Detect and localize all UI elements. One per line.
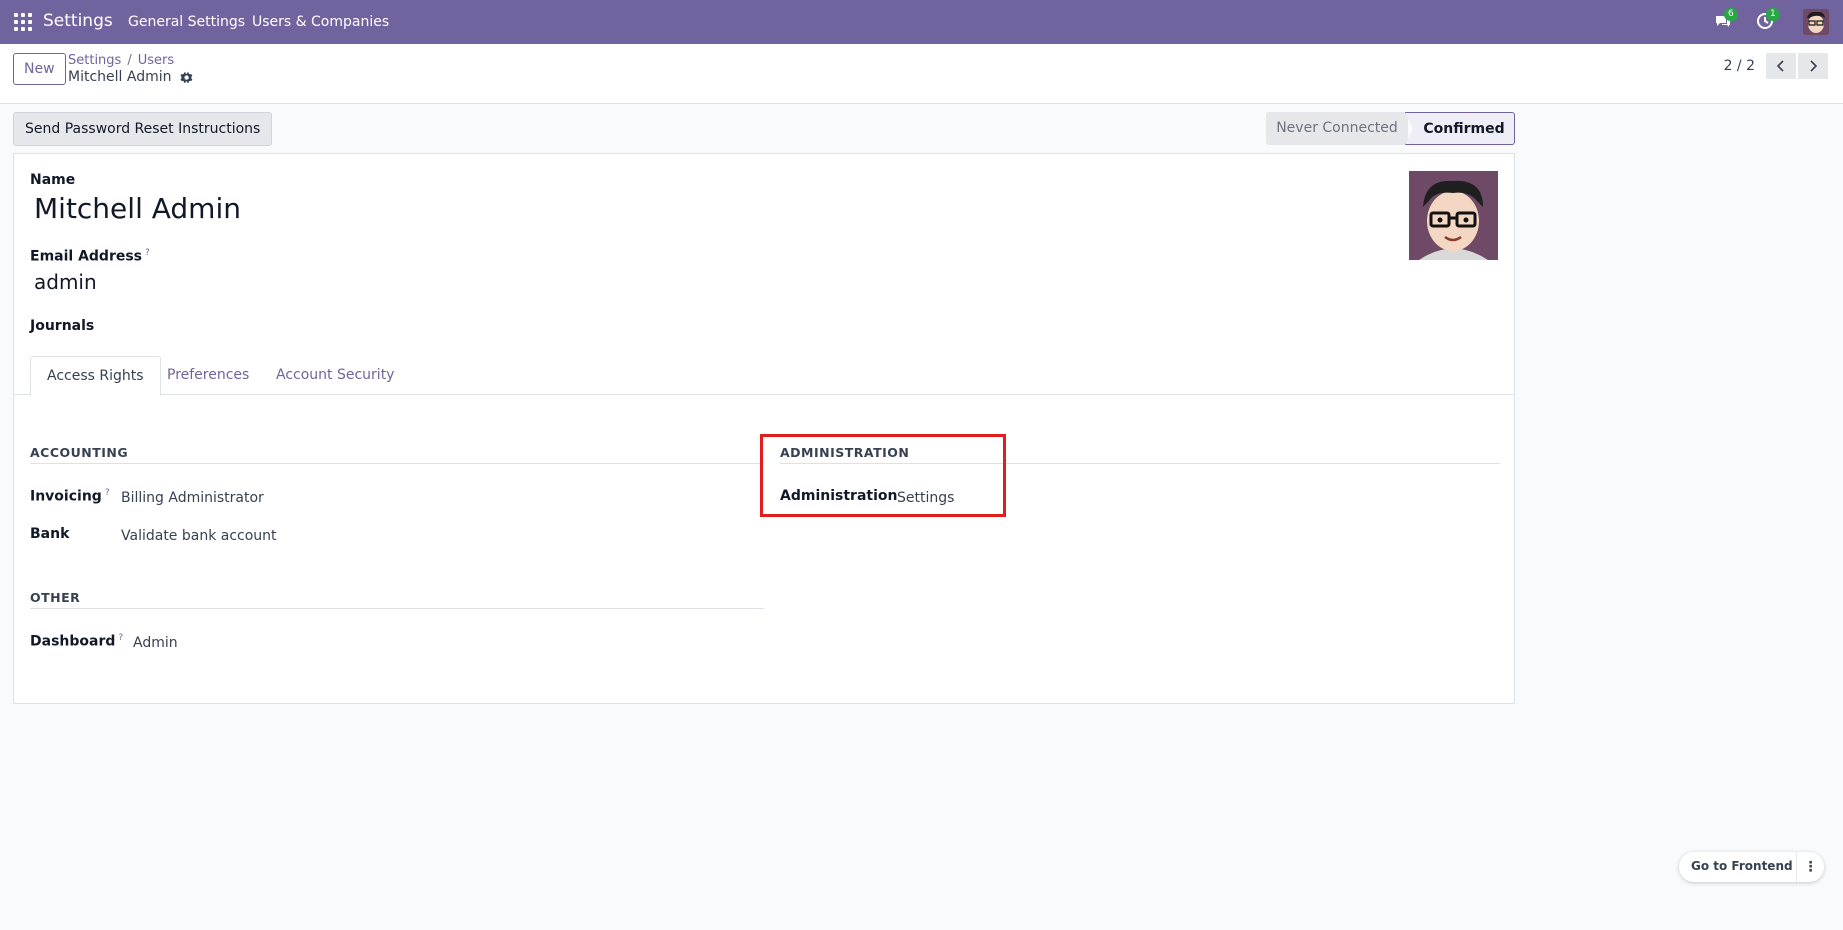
tab-account-security[interactable]: Account Security bbox=[260, 356, 410, 396]
tab-preferences[interactable]: Preferences bbox=[151, 356, 265, 396]
menu-general-settings[interactable]: General Settings bbox=[128, 14, 245, 30]
breadcrumb-users[interactable]: Users bbox=[138, 53, 174, 68]
section-divider bbox=[30, 463, 764, 464]
journals-label: Journals bbox=[30, 318, 95, 334]
invoicing-select[interactable]: Billing Administrator bbox=[121, 490, 264, 506]
go-to-frontend-widget: Go to Frontend ⋮ bbox=[1679, 852, 1824, 882]
name-label: Name bbox=[30, 172, 76, 188]
bank-select[interactable]: Validate bank account bbox=[121, 528, 277, 544]
section-other-title: OTHER bbox=[30, 590, 81, 605]
notebook-tabs: Access Rights Preferences Account Securi… bbox=[14, 356, 1514, 396]
go-to-frontend-button[interactable]: Go to Frontend bbox=[1691, 859, 1793, 873]
dashboard-label: Dashboard? bbox=[30, 633, 123, 650]
email-label: Email Address? bbox=[30, 248, 150, 265]
user-photo[interactable] bbox=[1409, 171, 1498, 260]
email-field[interactable]: admin bbox=[34, 270, 97, 294]
stage-never-connected[interactable]: Never Connected bbox=[1266, 112, 1408, 145]
user-avatar[interactable] bbox=[1803, 9, 1829, 35]
breadcrumb: Settings / Users bbox=[68, 53, 175, 68]
tab-access-rights[interactable]: Access Rights bbox=[30, 356, 161, 396]
bank-label: Bank bbox=[30, 526, 70, 542]
highlight-box bbox=[760, 434, 1006, 517]
stage-confirmed[interactable]: Confirmed bbox=[1405, 112, 1515, 145]
control-panel: New Settings / Users Mitchell Admin 2 / 2 bbox=[0, 44, 1843, 104]
help-icon[interactable]: ? bbox=[118, 633, 123, 643]
form-sheet: Name Mitchell Admin Email Address? admin… bbox=[13, 153, 1515, 704]
dashboard-select[interactable]: Admin bbox=[133, 635, 178, 651]
section-divider bbox=[30, 608, 764, 609]
send-password-reset-button[interactable]: Send Password Reset Instructions bbox=[13, 112, 273, 146]
dashboard-label-text: Dashboard bbox=[30, 633, 116, 650]
email-label-text: Email Address bbox=[30, 248, 143, 265]
help-icon[interactable]: ? bbox=[105, 488, 110, 498]
pager-value[interactable]: 2 / 2 bbox=[1724, 58, 1755, 74]
chevron-right-icon bbox=[1810, 60, 1818, 72]
invoicing-label: Invoicing? bbox=[30, 488, 110, 505]
breadcrumb-settings[interactable]: Settings bbox=[68, 53, 121, 68]
activities-clock-icon[interactable]: 1 bbox=[1756, 8, 1780, 32]
messages-count-badge: 6 bbox=[1724, 8, 1738, 21]
messages-icon[interactable]: 6 bbox=[1714, 8, 1738, 32]
gear-icon[interactable] bbox=[179, 71, 193, 84]
chevron-left-icon bbox=[1776, 60, 1784, 72]
top-navbar: Settings General Settings Users & Compan… bbox=[0, 0, 1843, 44]
activities-count-badge: 1 bbox=[1766, 8, 1780, 21]
record-title-text: Mitchell Admin bbox=[68, 69, 172, 85]
record-title: Mitchell Admin bbox=[68, 69, 193, 85]
apps-menu-icon[interactable] bbox=[14, 13, 32, 31]
help-icon[interactable]: ? bbox=[145, 248, 150, 258]
pager-next-button[interactable] bbox=[1798, 53, 1828, 79]
pager-previous-button[interactable] bbox=[1766, 53, 1796, 79]
section-accounting-title: ACCOUNTING bbox=[30, 445, 129, 460]
new-button[interactable]: New bbox=[13, 53, 66, 85]
invoicing-label-text: Invoicing bbox=[30, 488, 102, 505]
name-field[interactable]: Mitchell Admin bbox=[34, 192, 241, 225]
more-options-icon[interactable]: ⋮ bbox=[1796, 852, 1824, 882]
menu-users-companies[interactable]: Users & Companies bbox=[252, 14, 389, 30]
app-name[interactable]: Settings bbox=[43, 11, 113, 31]
